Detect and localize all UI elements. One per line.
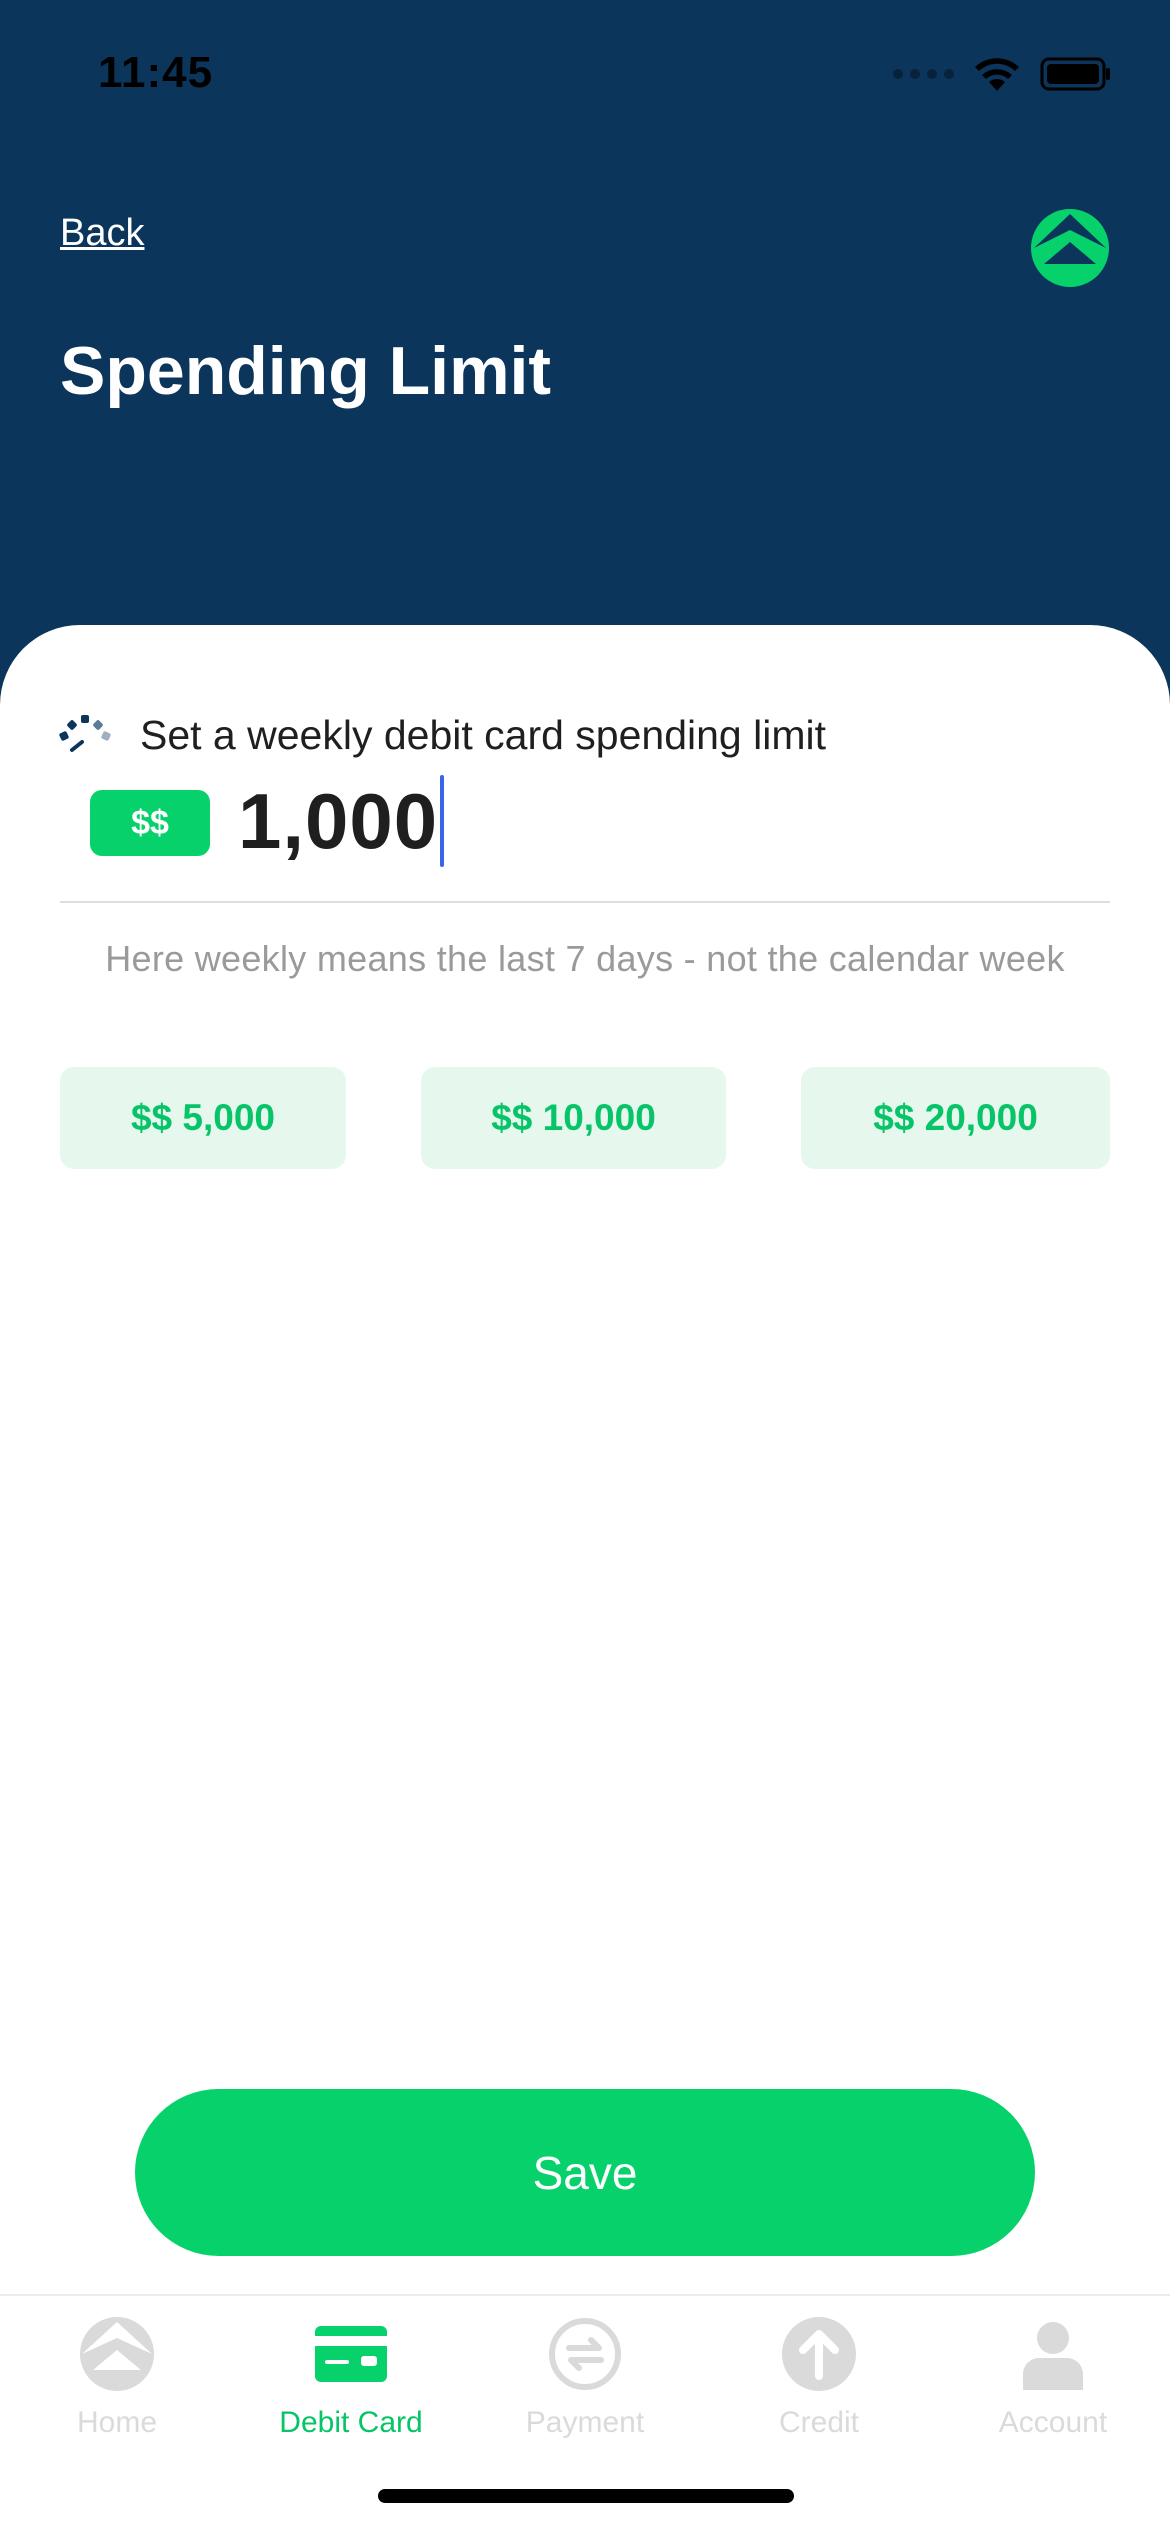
back-link[interactable]: Back [60,212,144,255]
tab-label: Payment [525,2406,645,2439]
tab-label: Credit [778,2406,860,2439]
amount-field[interactable]: 1,000 [238,775,445,867]
preset-10000-button[interactable]: $$ 10,000 [421,1067,726,1169]
gauge-icon [59,715,111,752]
tab-label: Home [76,2406,158,2439]
debit-card-icon [315,2326,387,2382]
page-title: Spending Limit [60,333,552,409]
battery-icon [1040,57,1110,91]
tab-account[interactable]: Account [936,2316,1170,2466]
status-time: 11:45 [98,48,214,97]
hint-text: Here weekly means the last 7 days - not … [105,938,1065,979]
preset-20000-button[interactable]: $$ 20,000 [801,1067,1110,1169]
tab-label: Debit Card [279,2406,423,2439]
tab-home[interactable]: Home [0,2316,234,2466]
payment-icon [549,2318,621,2390]
credit-icon [782,2317,856,2391]
wifi-icon [975,58,1019,91]
currency-badge: $$ [90,790,210,856]
tab-payment[interactable]: Payment [468,2316,702,2466]
text-caret [440,775,445,867]
tab-credit[interactable]: Credit [702,2316,936,2466]
header: 11:45 Back Spending Limit [0,0,1170,700]
amount-input[interactable]: 1,000 [238,776,438,867]
status-icons [893,52,1112,96]
brand-logo-icon [1031,209,1109,287]
account-icon [1023,2322,1083,2390]
home-indicator [378,2489,794,2503]
tab-label: Account [998,2406,1108,2439]
preset-5000-button[interactable]: $$ 5,000 [60,1067,346,1169]
home-icon [80,2317,154,2391]
save-button[interactable]: Save [135,2089,1035,2256]
divider [60,901,1110,903]
limit-label: Set a weekly debit card spending limit [140,712,826,758]
tab-debit-card[interactable]: Debit Card [234,2316,468,2466]
signal-icon [893,69,954,79]
